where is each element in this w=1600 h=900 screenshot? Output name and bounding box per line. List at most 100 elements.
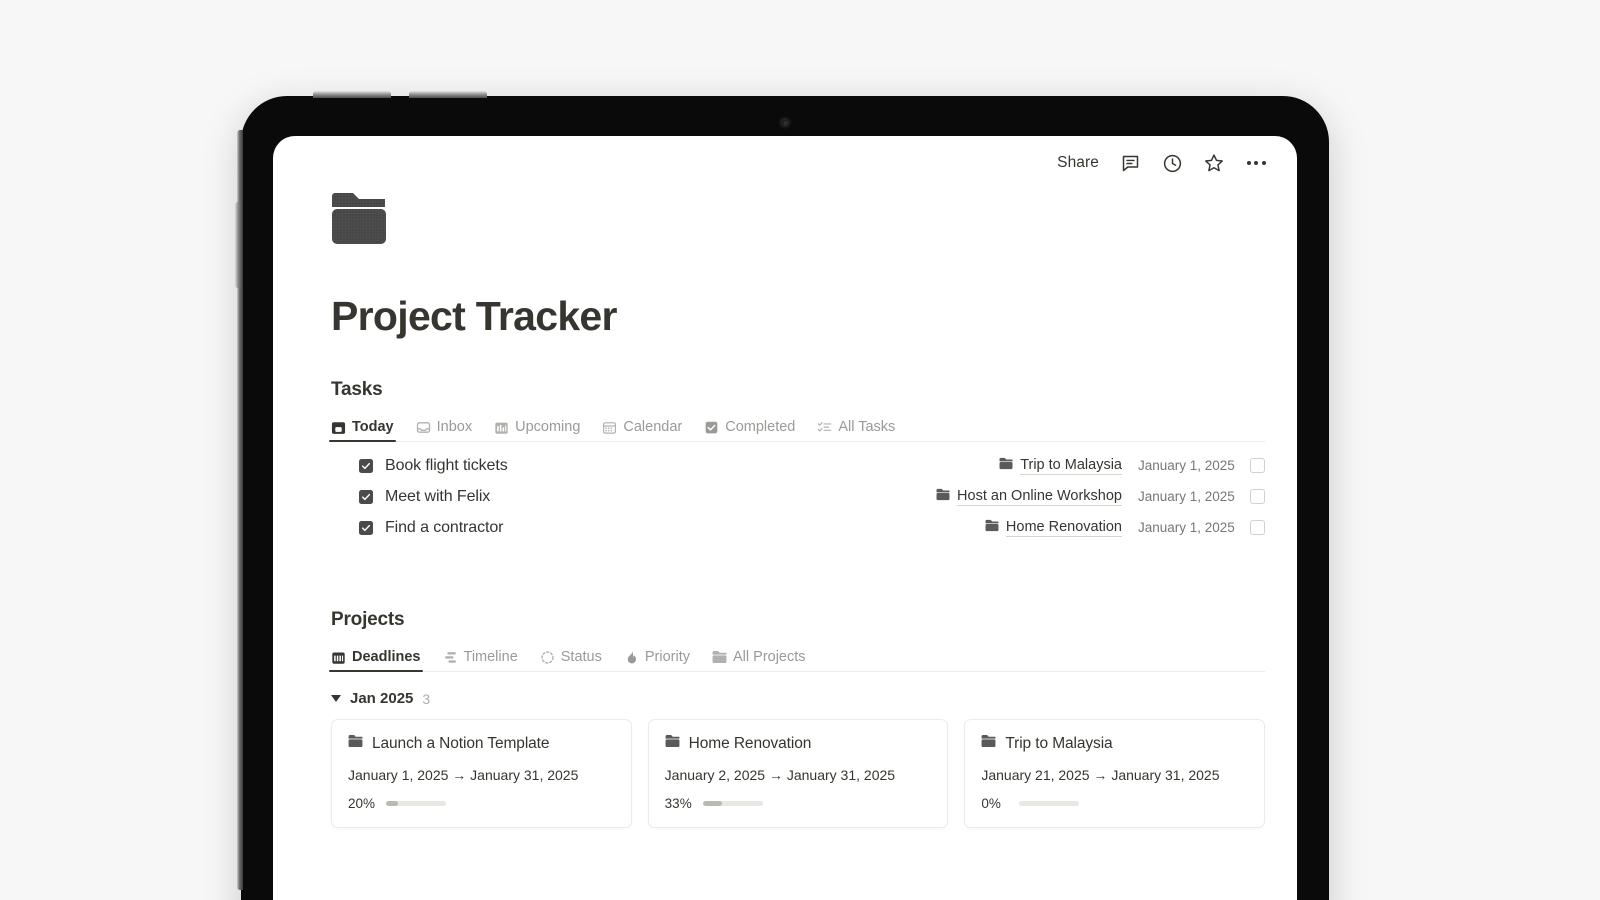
tablet-device-frame: Share Project Tracker Tasks Today Inbox …: [235, 91, 1329, 900]
tab-all-projects-label: All Projects: [733, 649, 806, 666]
folder-icon: [665, 734, 680, 753]
project-card-title: Trip to Malaysia: [1005, 734, 1113, 752]
history-clock-icon[interactable]: [1161, 152, 1183, 174]
project-progress-label: 0%: [981, 796, 1001, 812]
page-toolbar: Share: [1057, 152, 1267, 174]
project-progress-label: 33%: [664, 796, 692, 812]
tab-upcoming-label: Upcoming: [515, 419, 581, 436]
folder-icon: [981, 734, 996, 753]
project-card[interactable]: Home Renovation January 2, 2025 → Januar…: [647, 719, 949, 829]
tab-completed-label: Completed: [725, 419, 796, 436]
page-content: Project Tracker Tasks Today Inbox Upcomi…: [329, 190, 1266, 829]
more-options-icon[interactable]: [1245, 152, 1267, 174]
scene: Share Project Tracker Tasks Today Inbox …: [0, 0, 1600, 900]
checklist-icon: [817, 420, 832, 435]
project-card[interactable]: Trip to Malaysia January 21, 2025 → Janu…: [964, 719, 1266, 829]
task-row[interactable]: Meet with Felix Host an Online Workshop …: [331, 481, 1265, 512]
tab-timeline-label: Timeline: [463, 649, 518, 666]
tab-status[interactable]: Status: [540, 649, 602, 671]
tab-status-label: Status: [560, 649, 602, 666]
tab-inbox[interactable]: Inbox: [416, 419, 472, 441]
front-camera: [780, 118, 790, 127]
page-title: Project Tracker: [331, 293, 617, 339]
calendar-icon: [602, 420, 617, 435]
task-project-name: Trip to Malaysia: [1020, 456, 1122, 475]
tab-timeline[interactable]: Timeline: [443, 649, 518, 671]
task-project-name: Home Renovation: [1005, 518, 1122, 537]
project-card-title-row: Home Renovation: [665, 734, 932, 753]
status-circle-icon: [540, 650, 555, 665]
star-icon[interactable]: [1203, 152, 1225, 174]
task-row[interactable]: Find a contractor Home Renovation Januar…: [331, 512, 1265, 543]
project-card-title: Home Renovation: [688, 734, 812, 752]
task-date: January 1, 2025: [1138, 458, 1235, 474]
project-card-dates: January 2, 2025 → January 31, 2025: [664, 767, 896, 784]
project-progress-fill: [386, 801, 398, 807]
project-progress-label: 20%: [348, 796, 376, 812]
project-progress-bar: [386, 801, 446, 807]
task-name: Find a contractor: [385, 518, 504, 536]
task-project-relation[interactable]: Host an Online Workshop: [936, 488, 1122, 506]
project-progress-bar: [1019, 801, 1080, 807]
task-list: Book flight tickets Trip to Malaysia Jan…: [331, 450, 1265, 543]
tasks-section-title: Tasks: [331, 379, 383, 401]
task-date: January 1, 2025: [1138, 520, 1235, 536]
tab-today-label: Today: [352, 419, 394, 436]
project-card-title-row: Launch a Notion Template: [348, 734, 615, 753]
task-project-relation[interactable]: Home Renovation: [985, 519, 1122, 537]
tab-all-tasks-label: All Tasks: [838, 419, 896, 436]
project-group-count: 3: [422, 690, 431, 707]
task-flag-checkbox[interactable]: [1250, 489, 1265, 505]
task-done-checkbox[interactable]: [359, 489, 373, 504]
task-done-checkbox[interactable]: [359, 458, 373, 473]
task-flag-checkbox[interactable]: [1250, 520, 1265, 536]
volume-up-button[interactable]: [313, 91, 391, 98]
project-card-title: Launch a Notion Template: [372, 734, 550, 752]
collapse-caret-icon[interactable]: [331, 695, 341, 703]
project-card[interactable]: Launch a Notion Template January 1, 2025…: [331, 719, 632, 829]
folder-icon: [985, 519, 999, 537]
projects-section-title: Projects: [331, 609, 405, 631]
tab-completed[interactable]: Completed: [704, 419, 795, 441]
project-group-header[interactable]: Jan 2025 3: [331, 690, 1265, 707]
project-card-title-row: Trip to Malaysia: [981, 734, 1248, 753]
project-progress-fill: [702, 801, 723, 807]
page-icon-folder-icon[interactable]: [331, 190, 391, 248]
share-button[interactable]: Share: [1057, 154, 1099, 172]
tasks-tab-bar: Today Inbox Upcoming Calendar Completed …: [329, 412, 1265, 443]
checkbox-checked-icon: [704, 420, 719, 435]
timeline-icon: [443, 650, 458, 665]
task-row[interactable]: Book flight tickets Trip to Malaysia Jan…: [331, 450, 1265, 481]
tablet-screen: Share Project Tracker Tasks Today Inbox …: [273, 136, 1297, 900]
tab-upcoming[interactable]: Upcoming: [494, 419, 580, 441]
flame-icon: [624, 650, 639, 665]
project-card-progress: 0%: [981, 796, 1248, 811]
project-card-progress: 20%: [348, 796, 615, 811]
tab-all-tasks[interactable]: All Tasks: [817, 419, 895, 441]
tab-calendar-label: Calendar: [623, 419, 683, 436]
task-flag-checkbox[interactable]: [1250, 458, 1265, 474]
folder-icon: [936, 488, 950, 506]
task-name: Meet with Felix: [385, 487, 491, 505]
tab-priority[interactable]: Priority: [624, 649, 690, 671]
tab-today[interactable]: Today: [329, 419, 396, 443]
calendar-upcoming-icon: [494, 420, 509, 435]
tab-all-projects[interactable]: All Projects: [712, 649, 806, 671]
task-name: Book flight tickets: [385, 456, 508, 474]
project-card-progress: 33%: [665, 796, 932, 811]
volume-down-button[interactable]: [409, 91, 487, 98]
power-button[interactable]: [235, 202, 242, 288]
tab-calendar[interactable]: Calendar: [602, 419, 682, 441]
project-card-dates: January 21, 2025 → January 31, 2025: [981, 767, 1220, 784]
folder-icon: [348, 734, 363, 753]
inbox-icon: [416, 420, 431, 435]
project-progress-bar: [702, 801, 763, 807]
tab-deadlines-label: Deadlines: [352, 649, 421, 666]
tab-deadlines[interactable]: Deadlines: [329, 649, 422, 673]
project-card-list: Launch a Notion Template January 1, 2025…: [331, 719, 1266, 829]
task-project-relation[interactable]: Trip to Malaysia: [999, 457, 1122, 475]
folder-icon: [999, 457, 1013, 475]
comment-icon[interactable]: [1119, 152, 1141, 174]
task-done-checkbox[interactable]: [359, 520, 373, 535]
tab-inbox-label: Inbox: [436, 419, 473, 436]
